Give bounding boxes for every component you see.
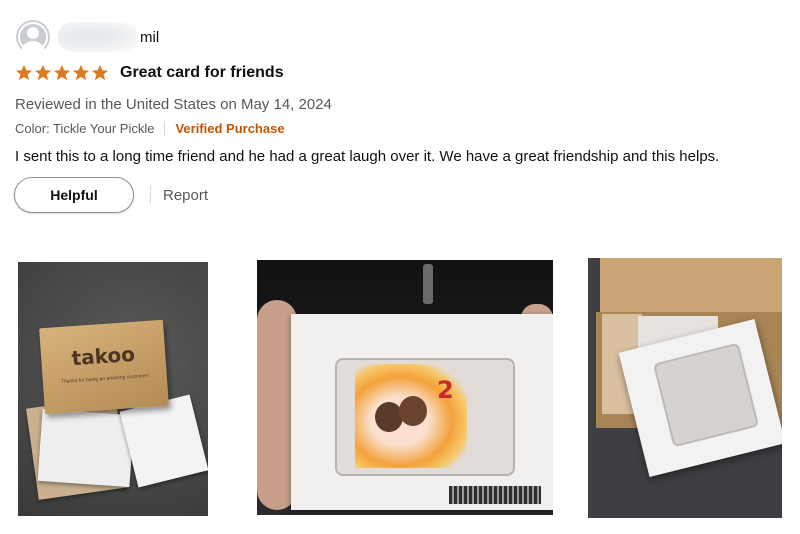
star-icon bbox=[91, 64, 109, 81]
review-photo-1[interactable]: takoo Thanks for being an amazing custom… bbox=[18, 262, 208, 516]
reviewer-name-container: mil bbox=[58, 22, 168, 52]
box-brand-text: takoo bbox=[70, 341, 136, 371]
helpful-button[interactable]: Helpful bbox=[14, 177, 134, 213]
star-icon bbox=[72, 64, 90, 81]
star-icon bbox=[53, 64, 71, 81]
card-shape bbox=[37, 408, 135, 488]
review-title[interactable]: Great card for friends bbox=[120, 64, 284, 82]
review-card: mil Great card for friends Reviewed in t… bbox=[0, 0, 800, 534]
star-icon bbox=[15, 64, 33, 81]
variant-link[interactable]: Color: Tickle Your Pickle bbox=[15, 121, 154, 136]
reviewer-name: mil bbox=[140, 29, 160, 46]
review-title-row: Great card for friends bbox=[15, 62, 284, 84]
default-user-avatar-icon bbox=[16, 20, 50, 54]
review-meta: Color: Tickle Your Pickle Verified Purch… bbox=[15, 121, 285, 136]
striker-strip bbox=[449, 486, 541, 504]
cartoon-face bbox=[399, 396, 427, 426]
gift-box: takoo Thanks for being an amazing custom… bbox=[39, 319, 169, 415]
review-photo-3[interactable] bbox=[588, 258, 782, 518]
zipper-shape bbox=[423, 264, 433, 304]
reviewer-profile[interactable]: mil bbox=[16, 19, 168, 55]
meta-divider bbox=[164, 121, 166, 136]
actions-divider bbox=[150, 186, 151, 204]
star-icon bbox=[34, 64, 52, 81]
verified-purchase-badge: Verified Purchase bbox=[175, 121, 285, 136]
box-tagline-text: Thanks for being an amazing customer! bbox=[60, 372, 149, 386]
box-flap bbox=[600, 258, 782, 318]
review-body: I sent this to a long time friend and he… bbox=[15, 148, 720, 165]
redacted-name-blur bbox=[58, 22, 138, 52]
review-actions: Helpful Report bbox=[14, 177, 208, 213]
card-number: 2 bbox=[437, 376, 454, 404]
star-rating[interactable] bbox=[15, 64, 109, 82]
review-photo-2[interactable]: 2 bbox=[257, 260, 553, 515]
review-date: Reviewed in the United States on May 14,… bbox=[15, 96, 332, 113]
report-link[interactable]: Report bbox=[163, 187, 208, 204]
